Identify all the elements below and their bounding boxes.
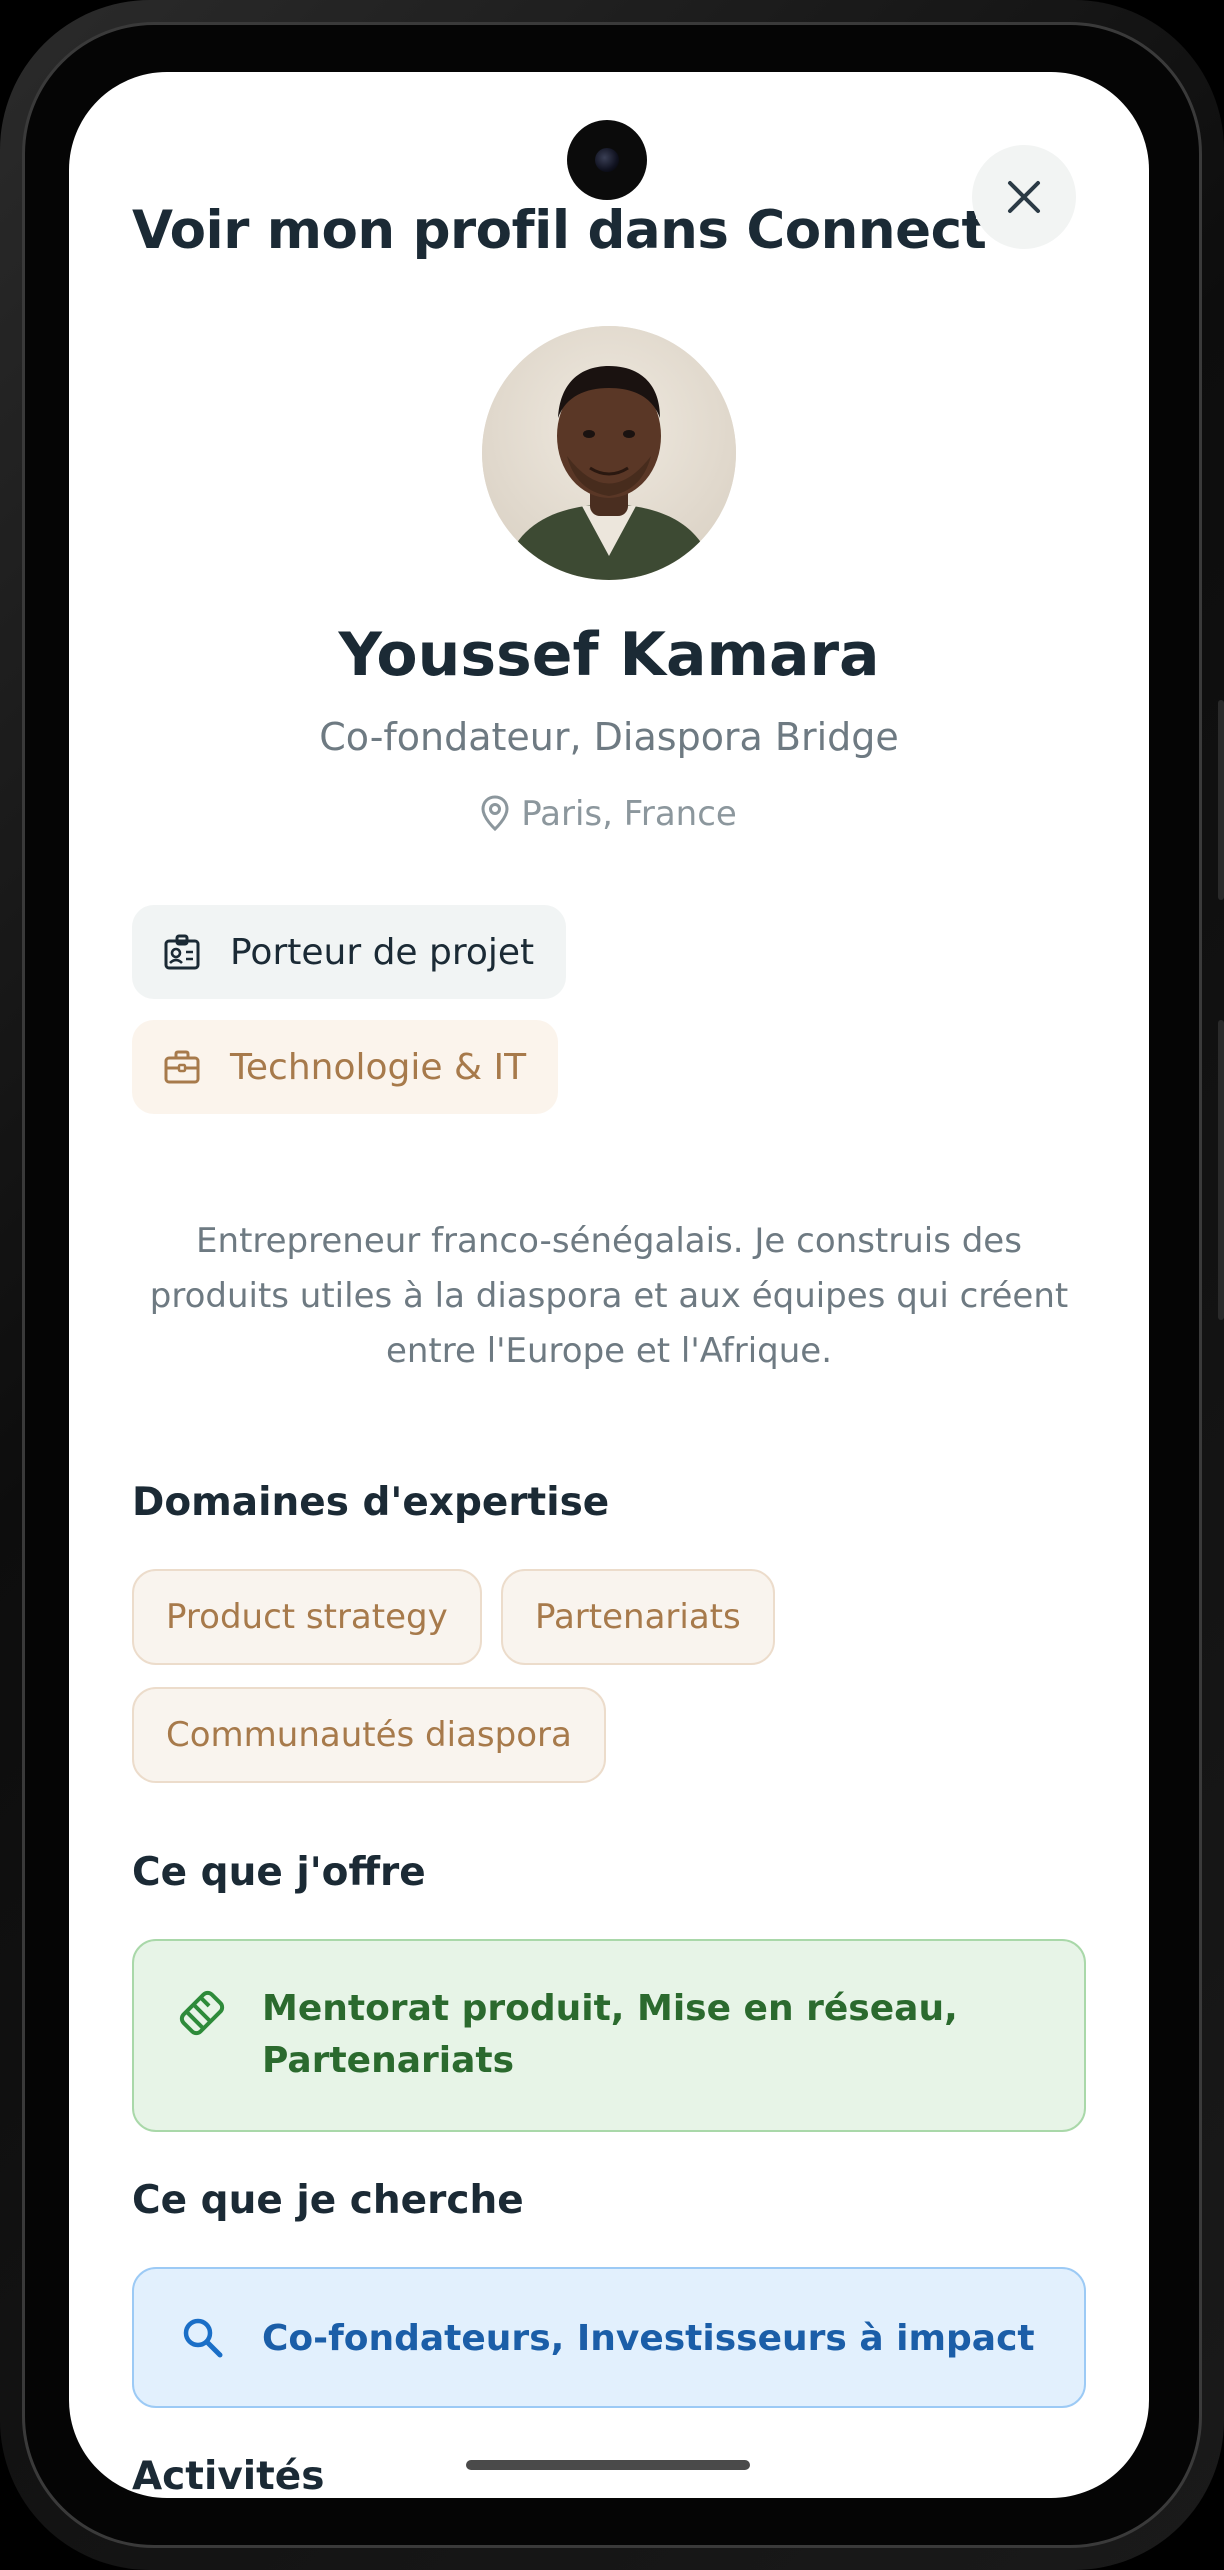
profile-location: Paris, France [69, 794, 1149, 840]
id-badge-icon [164, 934, 200, 970]
profile-bio: Entrepreneur franco-sénégalais. Je const… [149, 1221, 1069, 1371]
avatar [482, 326, 736, 580]
close-icon [1008, 181, 1040, 213]
offer-box: Mentorat produit, Mise en réseau, Parten… [132, 1939, 1086, 2132]
offer-section-title: Ce que j'offre [132, 1850, 426, 1895]
seek-text: Co-fondateurs, Investisseurs à impact [262, 2318, 1035, 2359]
expertise-tag: Product strategy [132, 1569, 482, 1665]
profile-name: Youssef Kamara [338, 620, 880, 690]
expertise-section-title: Domaines d'expertise [132, 1480, 610, 1525]
seek-section-title: Ce que je cherche [132, 2178, 524, 2223]
expertise-tag: Communautés diaspora [132, 1687, 606, 1783]
sector-chip: Technologie & IT [132, 1020, 559, 1114]
profile-modal: Voir mon profil dans Connect Youssef Kam… [69, 72, 1149, 2498]
briefcase-icon [164, 1050, 200, 1084]
map-pin-icon [481, 795, 509, 840]
home-indicator[interactable] [466, 2460, 750, 2470]
side-button [1218, 1020, 1224, 1320]
location-text: Paris, France [521, 794, 737, 834]
seek-box: Co-fondateurs, Investisseurs à impact [132, 2267, 1086, 2408]
front-camera [567, 120, 647, 200]
activities-section-title: Activités [132, 2454, 325, 2498]
profile-role: Co-fondateur, Diaspora Bridge [319, 715, 899, 759]
page-title: Voir mon profil dans Connect [132, 199, 987, 261]
offer-text: Mentorat produit, Mise en réseau, Parten… [262, 1988, 958, 2081]
phone-frame: Voir mon profil dans Connect Youssef Kam… [0, 0, 1224, 2570]
search-icon [183, 2318, 223, 2358]
close-button[interactable] [972, 145, 1076, 249]
handshake-icon [179, 1990, 225, 2036]
sector-label: Technologie & IT [230, 1046, 527, 1088]
side-button [1218, 700, 1224, 900]
expertise-tag: Partenariats [501, 1569, 775, 1665]
profile-type-label: Porteur de projet [230, 931, 535, 973]
profile-type-chip: Porteur de projet [132, 905, 567, 999]
